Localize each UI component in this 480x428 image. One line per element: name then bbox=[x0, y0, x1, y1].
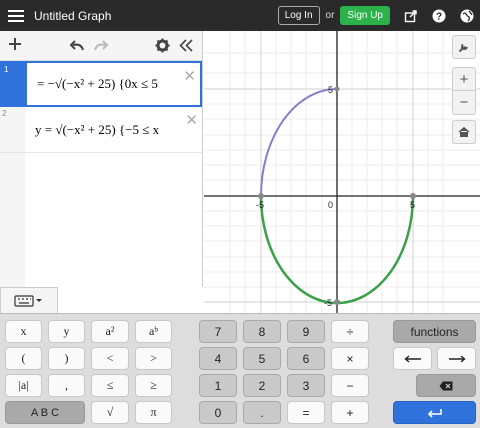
key-open-paren[interactable]: ( bbox=[5, 347, 42, 370]
y-tick-neg5: -5 bbox=[324, 298, 332, 308]
key-multiply[interactable]: × bbox=[331, 347, 369, 370]
zoom-controls: + − bbox=[452, 67, 476, 144]
redo-icon[interactable] bbox=[93, 39, 109, 57]
delete-expression-icon-2[interactable]: ✕ bbox=[185, 111, 198, 129]
key-equals[interactable]: = bbox=[287, 401, 325, 424]
key-a-power-b[interactable]: aᵇ bbox=[135, 320, 172, 343]
expression-latex-1[interactable]: = −√(−x² + 25) {0x ≤ 5 bbox=[27, 63, 177, 105]
delete-expression-icon-1[interactable]: ✕ bbox=[183, 67, 196, 85]
zoom-out-icon[interactable]: − bbox=[452, 91, 476, 115]
key-4[interactable]: 4 bbox=[199, 347, 237, 370]
key-less-equal[interactable]: ≤ bbox=[91, 374, 129, 397]
key-sqrt[interactable]: √ bbox=[91, 401, 129, 424]
expression-number-1: 1 bbox=[2, 63, 27, 105]
endpoint-bottom bbox=[334, 299, 340, 305]
keyboard-toggle-button[interactable] bbox=[0, 287, 58, 313]
wrench-icon[interactable] bbox=[452, 35, 476, 59]
key-absolute[interactable]: |a| bbox=[5, 374, 42, 397]
expression-gutter bbox=[0, 153, 25, 287]
graph-svg[interactable]: -5 0 5 5 -5 bbox=[204, 31, 480, 320]
x-tick-0: 0 bbox=[328, 200, 333, 210]
key-divide[interactable]: ÷ bbox=[331, 320, 369, 343]
key-1[interactable]: 1 bbox=[199, 374, 237, 397]
expression-row-3[interactable]: 3 bbox=[0, 153, 202, 173]
keypad: x y a² aᵇ ( ) < > |a| , ≤ ≥ A B C √ π 7 … bbox=[0, 313, 480, 428]
or-text: or bbox=[325, 10, 335, 21]
key-comma[interactable]: , bbox=[48, 374, 85, 397]
key-pi[interactable]: π bbox=[135, 401, 172, 424]
key-3[interactable]: 3 bbox=[287, 374, 325, 397]
share-icon[interactable] bbox=[404, 9, 418, 23]
key-a-squared[interactable]: a² bbox=[91, 320, 129, 343]
key-close-paren[interactable]: ) bbox=[48, 347, 85, 370]
key-8[interactable]: 8 bbox=[243, 320, 281, 343]
key-minus[interactable]: − bbox=[331, 374, 369, 397]
login-button[interactable]: Log In bbox=[277, 6, 320, 25]
expression-toolbar bbox=[0, 31, 202, 61]
expression-row-2[interactable]: 2 y = √(−x² + 25) {−5 ≤ x ✕ bbox=[0, 107, 202, 153]
enter-icon[interactable] bbox=[393, 401, 476, 424]
key-7[interactable]: 7 bbox=[199, 320, 237, 343]
key-0[interactable]: 0 bbox=[199, 401, 237, 424]
graph-canvas[interactable]: -5 0 5 5 -5 + − bbox=[204, 31, 480, 320]
signup-button[interactable]: Sign Up bbox=[340, 6, 390, 25]
x-tick-pos5: 5 bbox=[410, 200, 415, 210]
y-tick-pos5: 5 bbox=[328, 85, 333, 95]
expression-latex-2[interactable]: y = √(−x² + 25) {−5 ≤ x bbox=[25, 107, 175, 152]
functions-button[interactable]: functions bbox=[393, 320, 476, 343]
graph-title[interactable]: Untitled Graph bbox=[34, 9, 111, 23]
backspace-icon[interactable] bbox=[416, 374, 476, 397]
add-item-icon[interactable] bbox=[8, 37, 22, 56]
endpoint-right bbox=[410, 193, 416, 199]
help-icon[interactable]: ? bbox=[432, 9, 446, 23]
top-bar: Untitled Graph Log In or Sign Up ? bbox=[0, 0, 480, 31]
key-x[interactable]: x bbox=[5, 320, 42, 343]
expression-number-2: 2 bbox=[0, 107, 25, 152]
expression-panel: 1 = −√(−x² + 25) {0x ≤ 5 ✕ 2 y = √(−x² +… bbox=[0, 31, 203, 287]
key-abc[interactable]: A B C bbox=[5, 401, 85, 424]
hamburger-menu-icon[interactable] bbox=[8, 9, 24, 22]
key-greater-than[interactable]: > bbox=[135, 347, 172, 370]
key-y[interactable]: y bbox=[48, 320, 85, 343]
arrow-right-icon[interactable] bbox=[437, 347, 476, 370]
key-greater-equal[interactable]: ≥ bbox=[135, 374, 172, 397]
zoom-in-icon[interactable]: + bbox=[452, 67, 476, 91]
key-6[interactable]: 6 bbox=[287, 347, 325, 370]
key-less-than[interactable]: < bbox=[91, 347, 129, 370]
home-icon[interactable] bbox=[452, 120, 476, 144]
expression-row-1[interactable]: 1 = −√(−x² + 25) {0x ≤ 5 ✕ bbox=[0, 61, 202, 107]
globe-icon[interactable] bbox=[460, 9, 474, 23]
endpoint-top bbox=[334, 86, 340, 92]
key-2[interactable]: 2 bbox=[243, 374, 281, 397]
keyboard-icon bbox=[14, 294, 42, 307]
key-plus[interactable]: + bbox=[331, 401, 369, 424]
undo-icon[interactable] bbox=[69, 39, 85, 57]
x-tick-neg5: -5 bbox=[256, 200, 264, 210]
arrow-left-icon[interactable] bbox=[393, 347, 432, 370]
collapse-panel-icon[interactable] bbox=[179, 39, 193, 57]
endpoint-left bbox=[258, 193, 264, 199]
key-9[interactable]: 9 bbox=[287, 320, 325, 343]
svg-text:?: ? bbox=[436, 11, 442, 22]
key-decimal[interactable]: . bbox=[243, 401, 281, 424]
graph-settings-wrench[interactable] bbox=[452, 35, 476, 59]
key-5[interactable]: 5 bbox=[243, 347, 281, 370]
settings-gear-icon[interactable] bbox=[155, 38, 170, 58]
